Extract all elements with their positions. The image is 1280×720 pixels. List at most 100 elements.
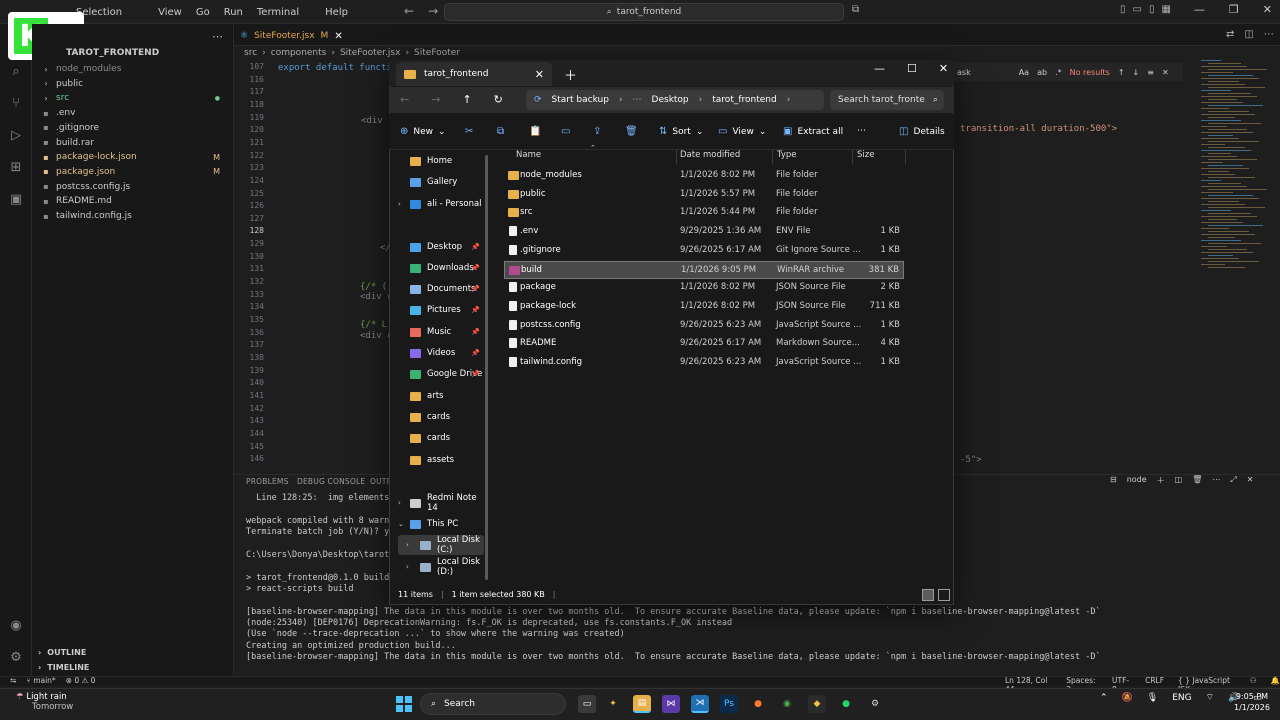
explorer-tab[interactable]: tarot_frontend ✕ [396,62,552,86]
sort-button[interactable]: ⇅ Sort ⌄ [659,126,703,137]
arrow-down-icon[interactable]: ↓ [1133,68,1140,77]
view-button[interactable]: ▭ View ⌄ [718,126,766,137]
run-debug-icon[interactable]: ▷ [8,128,24,144]
explorer-root-header[interactable]: TAROT_FRONTEND [66,48,159,58]
file-row[interactable]: public 1/1/2026 5:57 PM File folder [504,186,904,204]
breadcrumb-item[interactable]: SiteFooter.jsx [340,48,400,58]
file-row[interactable]: build 1/1/2026 9:05 PM WinRAR archive 381 K… [504,260,904,279]
chevron-right-icon[interactable]: › [406,541,409,549]
address-segment[interactable]: Start backup [552,95,609,105]
add-terminal-icon[interactable]: ＋ [1157,475,1165,486]
column-divider[interactable] [676,150,677,164]
chevron-right-icon[interactable]: › [787,95,791,105]
settings-gear-icon[interactable]: ⚙ [8,650,24,666]
close-icon[interactable]: ✕ [1247,475,1254,486]
regex-icon[interactable]: .* [1055,68,1062,77]
app-icon[interactable]: ◆ [808,695,826,713]
column-divider[interactable] [772,150,773,164]
close-icon[interactable]: ✕ [939,62,948,75]
paste-icon[interactable]: 📋 [529,126,541,137]
new-button[interactable]: ⊕ New ⌄ [400,126,446,137]
file-row[interactable]: node_modules 1/1/2026 8:02 PM File folder [504,167,904,185]
file-row[interactable]: tailwind.config 9/26/2025 6:23 AM JavaScri… [504,354,904,372]
close-icon[interactable]: ✕ [535,68,544,81]
tree-item[interactable]: ▪ package.json M [32,165,234,179]
whole-word-icon[interactable]: ab [1037,68,1047,77]
start-button[interactable] [396,696,412,712]
nav-item[interactable]: Home [398,151,484,171]
menu-view[interactable]: View [158,7,182,18]
extract-all-button[interactable]: ▣ Extract all [783,126,843,137]
column-divider[interactable] [852,150,853,164]
account-icon[interactable]: ◉ [8,618,24,634]
menu-terminal[interactable]: Terminal [257,7,299,18]
more-actions-icon[interactable]: ⋯ [1212,475,1220,486]
cut-icon[interactable]: ✂ [465,126,473,137]
chevron-right-icon[interactable]: › [406,563,409,571]
tree-item[interactable]: › node_modules [32,62,234,76]
source-control-icon[interactable]: ⑂ [8,96,24,112]
nav-item[interactable]: Music 📌 [398,322,484,342]
nav-item[interactable]: Gallery [398,172,484,192]
timeline-section[interactable]: › TIMELINE [32,660,234,674]
file-explorer-app-icon[interactable]: ▤ [633,695,651,713]
back-arrow-icon[interactable]: ← [404,4,414,18]
restore-icon[interactable]: ❐ [1229,3,1239,16]
layout-secondary-icon[interactable]: ▯ [1149,4,1155,15]
language-indicator[interactable]: ENG [1172,693,1191,703]
nav-item[interactable]: Google Drive 📌 [398,364,484,384]
address-bar[interactable]: ⟳ Start backup › ⋯ Desktop › tarot_front… [526,90,824,110]
chevron-right-icon[interactable]: › [699,95,703,105]
nav-item[interactable]: Downloads 📌 [398,258,484,278]
nav-item[interactable]: › Local Disk (C:) [398,535,484,555]
menu-run[interactable]: Run [224,7,243,18]
column-divider[interactable] [905,150,906,164]
column-date[interactable]: Date modified [680,150,740,160]
share-icon[interactable]: ⇪ [593,126,601,137]
chevron-right-icon[interactable]: › [619,95,623,105]
split-editor-icon[interactable]: ◫ [1244,29,1253,40]
nav-item[interactable]: Videos 📌 [398,343,484,363]
task-view-icon[interactable]: ▭ [578,695,596,713]
file-row[interactable]: src 1/1/2026 5:44 PM File folder [504,204,904,222]
close-icon[interactable]: ✕ [1162,68,1169,77]
clock[interactable]: 9:05 PM 1/1/2026 [1234,691,1270,713]
more-actions-icon[interactable]: ⋯ [212,30,223,43]
taskbar-search[interactable]: ⌕ Search [420,693,566,715]
wifi-icon[interactable]: ⌔ [1206,692,1214,703]
menu-go[interactable]: Go [196,7,210,18]
back-arrow-icon[interactable]: ← [400,93,409,106]
firefox-app-icon[interactable]: ● [749,695,767,713]
vs-app-icon[interactable]: ⋈ [662,695,680,713]
tree-item[interactable]: ▪ tailwind.config.js [32,209,234,223]
copilot-app-icon[interactable]: ✦ [604,695,622,713]
file-row[interactable]: .gitignore 9/26/2025 6:17 AM Git Ignore So… [504,242,904,260]
layout-sidebar-icon[interactable]: ▯ [1120,4,1126,15]
nav-item[interactable]: cards [398,428,484,448]
tree-item[interactable]: › public [32,77,234,91]
match-case-icon[interactable]: Aa [1019,68,1029,77]
column-size[interactable]: Size [857,150,874,160]
tiles-view-icon[interactable] [938,589,950,601]
minimap[interactable] [1195,60,1267,280]
tree-item[interactable]: ▪ package-lock.json M [32,150,234,164]
nav-item[interactable]: Pictures 📌 [398,300,484,320]
compare-icon[interactable]: ⇄ [1226,29,1234,40]
mute-bell-icon[interactable]: 🔕 [1122,693,1133,703]
spotify-app-icon[interactable]: ● [837,695,855,713]
chevron-right-icon[interactable]: › [398,200,401,208]
menu-icon[interactable]: ≡ [1147,68,1154,77]
delete-icon[interactable]: 🗑 [625,126,638,137]
arrow-up-icon[interactable]: ↑ [1118,68,1125,77]
column-name[interactable]: Name [516,150,541,160]
tree-item[interactable]: ▪ README.md [32,194,234,208]
trash-icon[interactable]: 🗑 [1192,475,1202,486]
refresh-icon[interactable]: ↻ [494,93,503,106]
tree-item[interactable]: ▪ build.rar [32,136,234,150]
nav-item[interactable]: assets [398,450,484,470]
tree-item[interactable]: ▪ postcss.config.js [32,180,234,194]
tree-item[interactable]: ▪ .env [32,106,234,120]
weather-widget[interactable]: ☂ Light rain Tomorrow [16,692,73,712]
more-actions-icon[interactable]: ⋯ [1264,29,1274,40]
nav-item[interactable]: cards [398,407,484,427]
